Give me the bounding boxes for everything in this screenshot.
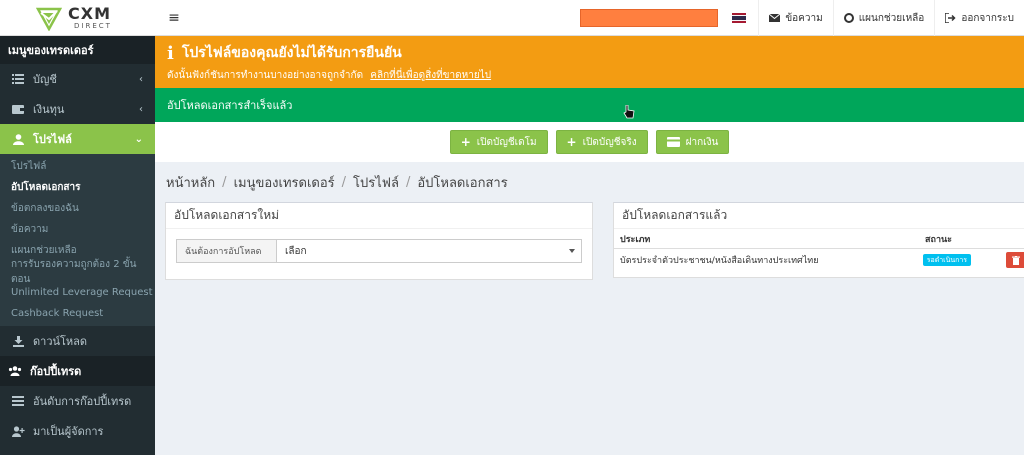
status-badge: รอดำเนินการ [922, 253, 972, 266]
list-icon [11, 73, 25, 85]
uploaded-documents-table: ประเภท สถานะ บัตรประจำตัวประชาชน/หนังสือ… [614, 229, 1024, 271]
upload-type-field: ฉันต้องการอัปโหลด เลือก [176, 239, 582, 263]
column-header-status: สถานะ [925, 234, 952, 245]
plus-icon: + [460, 135, 471, 149]
submenu-item-profile[interactable]: โปรไฟล์ [0, 156, 155, 177]
users-icon [8, 366, 22, 376]
breadcrumb: หน้าหลัก / เมนูของเทรดเดอร์ / โปรไฟล์ / … [166, 172, 508, 193]
sidebar-section-copytrade: ก๊อปปี้เทรด [0, 356, 155, 386]
submenu-item-messages[interactable]: ข้อความ [0, 219, 155, 240]
breadcrumb-home[interactable]: หน้าหลัก [166, 172, 215, 193]
upload-success-alert: อัปโหลดเอกสารสำเร็จแล้ว [155, 88, 1024, 122]
sidebar-header: เมนูของเทรดเดอร์ [0, 36, 155, 64]
brand-name: CXM [68, 3, 111, 23]
alert-title: โปรไฟล์ของคุณยังไม่ได้รับการยืนยัน [181, 45, 402, 61]
top-navbar: ≡ ข้อความ แผนกช่วยเหลือ ออกจากระบ [155, 0, 1024, 36]
sidebar-item-label: เงินทุน [33, 103, 65, 116]
main-content: i โปรไฟล์ของคุณยังไม่ได้รับการยืนยัน ดัง… [155, 36, 1024, 455]
breadcrumb-current: อัปโหลดเอกสาร [417, 176, 508, 191]
trash-icon [1012, 255, 1021, 265]
delete-document-button[interactable] [1006, 252, 1024, 268]
table-row: บัตรประจำตัวประชาชน/หนังสือเดินทางประเทศ… [614, 249, 1024, 271]
alert-message: ดังนั้นฟังก์ชันการทำงานบางอย่างอาจถูกจำก… [167, 70, 364, 81]
button-label: ฝากเงิน [685, 136, 719, 148]
cxm-logo-icon [35, 5, 63, 32]
brand-tagline: DIRECT [74, 21, 112, 30]
document-type-cell: บัตรประจำตัวประชาชน/หนังสือเดินทางประเทศ… [620, 256, 819, 266]
action-button-row: + เปิดบัญชีเดโม + เปิดบัญชีจริง ฝากเงิน [155, 122, 1024, 162]
bars-icon [11, 395, 25, 407]
sidebar-item-become-manager[interactable]: มาเป็นผู้จัดการ [0, 416, 155, 446]
nav-messages-link[interactable]: ข้อความ [758, 0, 832, 36]
nav-support-label: แผนกช่วยเหลือ [858, 12, 925, 24]
chevron-left-icon: ‹ [139, 73, 143, 85]
sidebar: CXM DIRECT เมนูของเทรดเดอร์ บัญชี ‹ เงิน… [0, 0, 155, 455]
select-value: เลือก [285, 245, 307, 257]
submenu-item-upload-documents[interactable]: อัปโหลดเอกสาร [0, 177, 155, 198]
plus-icon: + [566, 135, 577, 149]
submenu-item-2fa[interactable]: การรับรองความถูกต้อง 2 ขั้นตอน [0, 259, 155, 285]
redacted-block [580, 9, 719, 27]
thai-flag-icon[interactable] [732, 13, 747, 24]
sidebar-item-accounts[interactable]: บัญชี ‹ [0, 64, 155, 94]
nav-logout-link[interactable]: ออกจากระบ [934, 0, 1024, 36]
user-plus-icon [11, 425, 25, 437]
sidebar-item-label: มาเป็นผู้จัดการ [33, 425, 104, 438]
sign-out-icon [945, 13, 956, 23]
wallet-icon [11, 103, 25, 115]
sidebar-section-label: ก๊อปปี้เทรด [30, 365, 82, 378]
sidebar-item-label: บัญชี [33, 73, 57, 86]
profile-submenu: โปรไฟล์ อัปโหลดเอกสาร ข้อตกลงของฉัน ข้อค… [0, 154, 155, 326]
open-real-account-button[interactable]: + เปิดบัญชีจริง [555, 130, 648, 154]
credit-card-icon [666, 137, 680, 147]
upload-type-select[interactable]: เลือก [277, 240, 581, 262]
box-title: อัปโหลดเอกสารใหม่ [166, 203, 592, 229]
caret-down-icon [569, 249, 575, 253]
nav-logout-label: ออกจากระบ [961, 12, 1014, 24]
uploaded-documents-box: อัปโหลดเอกสารแล้ว ประเภท สถานะ บัตรประจำ… [613, 202, 1024, 278]
sidebar-item-copytrade-ranking[interactable]: อันดับการก๊อปปี้เทรด [0, 386, 155, 416]
button-label: เปิดบัญชีจริง [582, 136, 637, 148]
breadcrumb-profile[interactable]: โปรไฟล์ [353, 172, 399, 193]
column-header-type: ประเภท [620, 234, 651, 245]
submenu-item-my-agreements[interactable]: ข้อตกลงของฉัน [0, 198, 155, 219]
breadcrumb-trader-menu[interactable]: เมนูของเทรดเดอร์ [234, 172, 335, 193]
download-icon [11, 335, 25, 347]
logo[interactable]: CXM DIRECT [0, 0, 155, 36]
chevron-left-icon: ‹ [139, 103, 143, 115]
sidebar-item-label: โปรไฟล์ [33, 133, 72, 146]
sidebar-item-funds[interactable]: เงินทุน ‹ [0, 94, 155, 124]
button-label: เปิดบัญชีเดโม [476, 136, 537, 148]
upload-type-label: ฉันต้องการอัปโหลด [177, 240, 277, 262]
profile-unverified-alert: i โปรไฟล์ของคุณยังไม่ได้รับการยืนยัน ดัง… [155, 36, 1024, 88]
deposit-button[interactable]: ฝากเงิน [655, 130, 730, 154]
mouse-pointer-icon [623, 104, 635, 122]
table-header: ประเภท สถานะ [614, 229, 1024, 249]
upload-new-document-box: อัปโหลดเอกสารใหม่ ฉันต้องการอัปโหลด เลือ… [165, 202, 593, 280]
box-title: อัปโหลดเอกสารแล้ว [614, 203, 1024, 229]
nav-messages-label: ข้อความ [785, 12, 823, 24]
sidebar-item-label: ดาวน์โหลด [33, 335, 88, 348]
sidebar-item-profile[interactable]: โปรไฟล์ ⌄ [0, 124, 155, 154]
user-icon [11, 133, 25, 145]
missing-items-link[interactable]: คลิกที่นี่เพื่อดูสิ่งที่ขาดหายไป [370, 70, 491, 81]
sidebar-item-download[interactable]: ดาวน์โหลด [0, 326, 155, 356]
hamburger-menu-icon[interactable]: ≡ [159, 10, 189, 26]
chevron-down-icon: ⌄ [134, 133, 143, 145]
envelope-icon [769, 14, 781, 22]
info-icon: i [167, 42, 174, 64]
sidebar-item-label: อันดับการก๊อปปี้เทรด [33, 395, 132, 408]
lifebuoy-icon [843, 13, 854, 23]
nav-support-link[interactable]: แผนกช่วยเหลือ [832, 0, 935, 36]
open-demo-account-button[interactable]: + เปิดบัญชีเดโม [449, 130, 548, 154]
submenu-item-cashback[interactable]: Cashback Request [0, 303, 155, 324]
